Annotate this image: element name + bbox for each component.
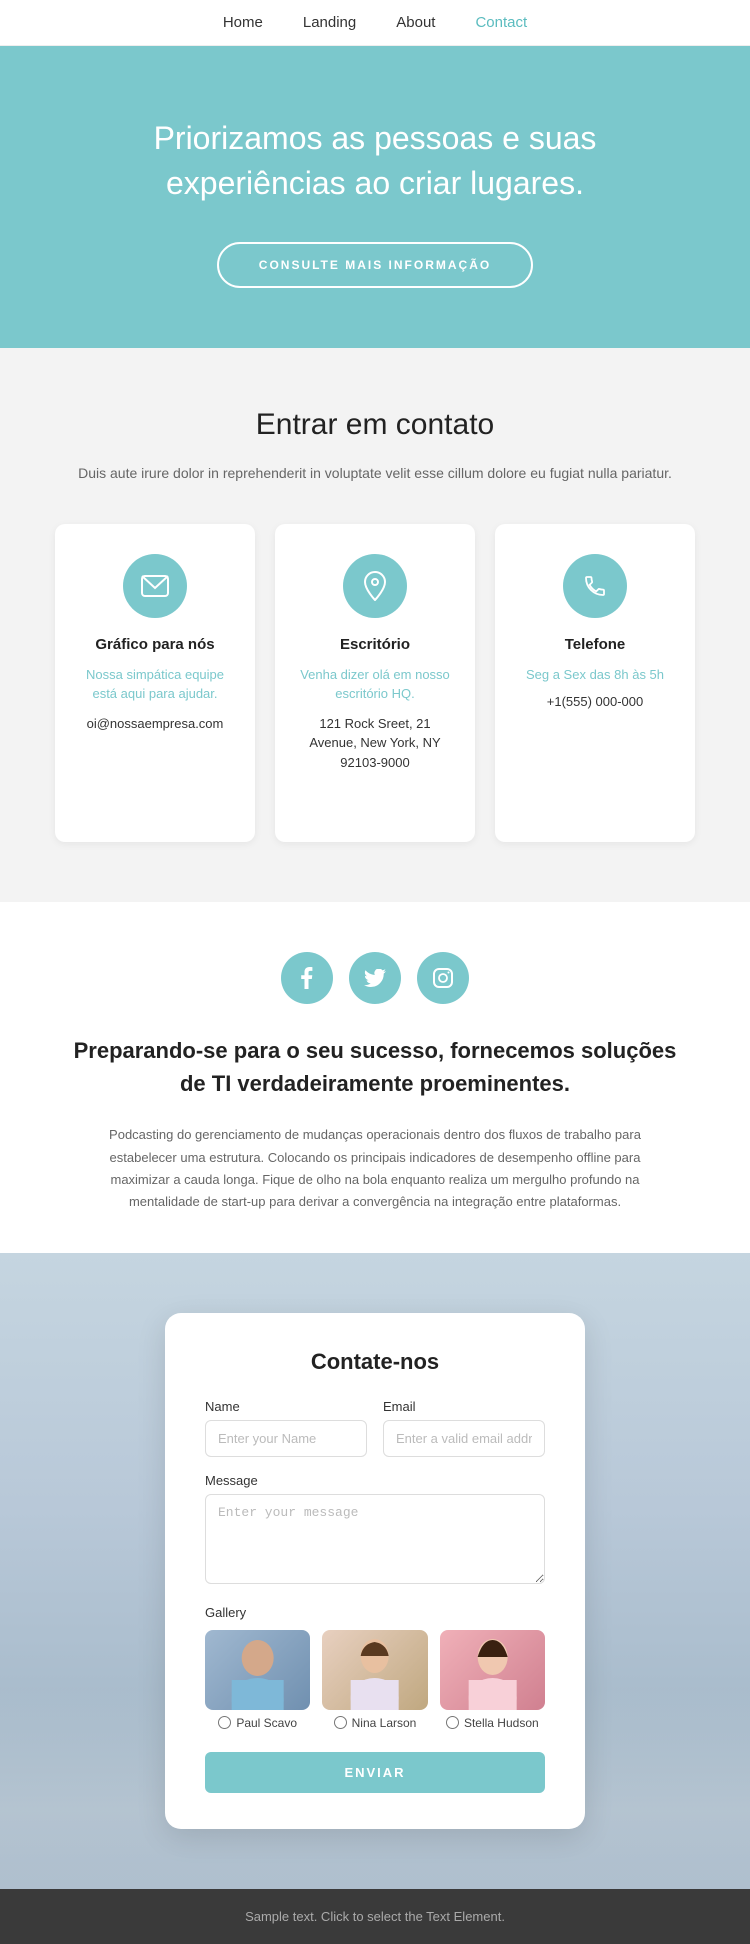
contact-info-subtitle: Duis aute irure dolor in reprehenderit i… [40,462,710,484]
social-body: Podcasting do gerenciamento de mudanças … [85,1124,665,1212]
nav-contact[interactable]: Contact [475,14,527,31]
hero-title: Priorizamos as pessoas e suas experiênci… [80,116,670,206]
facebook-icon[interactable] [281,952,333,1004]
twitter-icon[interactable] [349,952,401,1004]
social-heading: Preparando-se para o seu sucesso, fornec… [60,1034,690,1100]
card-office: Escritório Venha dizer olá em nosso escr… [275,524,475,843]
card-office-link: Venha dizer olá em nosso escritório HQ. [295,665,455,704]
hero-cta-button[interactable]: CONSULTE MAIS INFORMAÇÃO [217,242,533,288]
card-phone-number: +1(555) 000-000 [515,692,675,712]
footer: Sample text. Click to select the Text El… [0,1889,750,1944]
nav-home[interactable]: Home [223,14,263,31]
gallery-radio-2[interactable] [334,1716,347,1729]
social-section: Preparando-se para o seu sucesso, fornec… [0,902,750,1252]
message-input[interactable] [205,1494,545,1584]
name-label: Name [205,1399,367,1414]
gallery-group: Gallery Paul Scavo [205,1605,545,1730]
gallery-item-3: Stella Hudson [440,1630,545,1730]
email-icon [123,554,187,618]
message-label: Message [205,1473,545,1488]
card-email-address: oi@nossaempresa.com [75,714,235,734]
gallery-grid: Paul Scavo Nina Larson [205,1630,545,1730]
nav-landing[interactable]: Landing [303,14,356,31]
contact-info-section: Entrar em contato Duis aute irure dolor … [0,348,750,903]
card-phone-title: Telefone [515,636,675,653]
contact-info-title: Entrar em contato [40,408,710,442]
form-name-group: Name [205,1399,367,1457]
instagram-icon[interactable] [417,952,469,1004]
gallery-item-1: Paul Scavo [205,1630,310,1730]
location-icon [343,554,407,618]
submit-button[interactable]: ENVIAR [205,1752,545,1793]
footer-text: Sample text. Click to select the Text El… [245,1909,505,1924]
contact-form-card: Contate-nos Name Email Message Gallery [165,1313,585,1829]
gallery-name-1: Paul Scavo [236,1716,297,1730]
gallery-radio-3[interactable] [446,1716,459,1729]
form-section: Contate-nos Name Email Message Gallery [0,1253,750,1889]
form-name-email-row: Name Email [205,1399,545,1457]
name-input[interactable] [205,1420,367,1457]
card-email-link: Nossa simpática equipe está aqui para aj… [75,665,235,704]
navbar: Home Landing About Contact [0,0,750,46]
card-office-title: Escritório [295,636,455,653]
card-email-title: Gráfico para nós [75,636,235,653]
gallery-name-2: Nina Larson [352,1716,417,1730]
card-office-address: 121 Rock Sreet, 21 Avenue, New York, NY … [295,714,455,773]
form-title: Contate-nos [205,1349,545,1375]
social-icons-group [60,952,690,1004]
card-phone-hours: Seg a Sex das 8h às 5h [515,665,675,686]
contact-cards: Gráfico para nós Nossa simpática equipe … [40,524,710,843]
card-phone: Telefone Seg a Sex das 8h às 5h +1(555) … [495,524,695,843]
hero-section: Priorizamos as pessoas e suas experiênci… [0,46,750,348]
email-input[interactable] [383,1420,545,1457]
email-label: Email [383,1399,545,1414]
form-message-group: Message [205,1473,545,1589]
card-email: Gráfico para nós Nossa simpática equipe … [55,524,255,843]
gallery-item-2: Nina Larson [322,1630,427,1730]
form-email-group: Email [383,1399,545,1457]
nav-about[interactable]: About [396,14,435,31]
gallery-label: Gallery [205,1605,545,1620]
gallery-name-3: Stella Hudson [464,1716,539,1730]
gallery-radio-1[interactable] [218,1716,231,1729]
phone-icon [563,554,627,618]
